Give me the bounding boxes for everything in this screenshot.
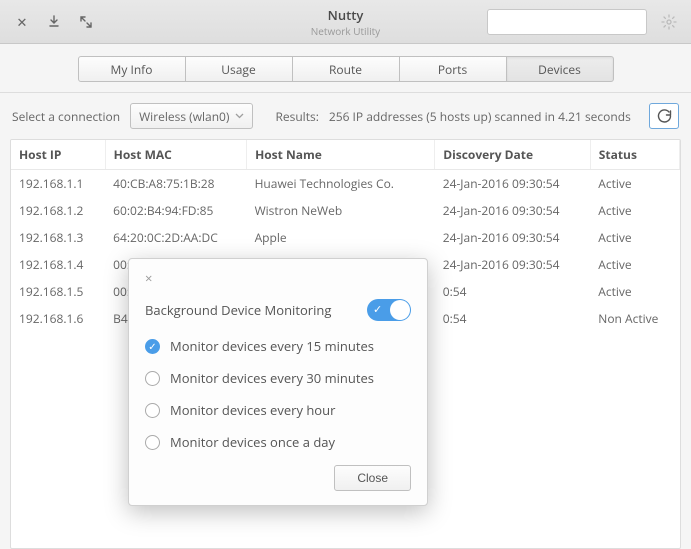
close-icon: × <box>145 269 152 287</box>
search-field[interactable] <box>498 15 653 29</box>
cell-date: 24-Jan-2016 09:30:54 <box>435 197 591 224</box>
chevron-down-icon <box>235 113 244 119</box>
cell-name: Apple <box>247 224 435 251</box>
radio-label: Monitor devices once a day <box>170 433 335 451</box>
refresh-icon <box>657 109 672 124</box>
results-text: 256 IP addresses (5 hosts up) scanned in… <box>329 108 639 125</box>
tab-route[interactable]: Route <box>292 56 400 82</box>
window-close-button[interactable]: ✕ <box>8 8 36 36</box>
cell-ip: 192.168.1.2 <box>11 197 105 224</box>
cell-mac: 40:CB:A8:75:1B:28 <box>105 170 246 198</box>
dialog-heading: Background Device Monitoring <box>145 301 331 319</box>
monitor-interval-option[interactable]: Monitor devices once a day <box>145 433 411 451</box>
cell-status: Active <box>590 197 679 224</box>
cell-status: Active <box>590 278 679 305</box>
controls-row: Select a connection Wireless (wlan0) Res… <box>0 93 691 139</box>
dialog-close-button[interactable]: Close <box>334 465 411 491</box>
column-header[interactable]: Host IP <box>11 140 105 170</box>
tab-my-info[interactable]: My Info <box>78 56 186 82</box>
radio-label: Monitor devices every 15 minutes <box>170 337 374 355</box>
cell-date: 24-Jan-2016 09:30:54 <box>435 251 591 278</box>
window-maximize-button[interactable] <box>72 8 100 36</box>
search-input[interactable] <box>487 9 647 35</box>
results-label: Results: <box>275 108 318 125</box>
cell-date: 0:54 <box>435 278 591 305</box>
tab-usage[interactable]: Usage <box>185 56 293 82</box>
expand-icon <box>79 15 93 29</box>
cell-status: Active <box>590 251 679 278</box>
monitoring-toggle[interactable]: ✓ <box>367 299 411 321</box>
table-row[interactable]: 192.168.1.260:02:B4:94:FD:85Wistron NeWe… <box>11 197 680 224</box>
radio-button[interactable] <box>145 435 160 450</box>
table-row[interactable]: 192.168.1.140:CB:A8:75:1B:28Huawei Techn… <box>11 170 680 198</box>
cell-date: 0:54 <box>435 305 591 332</box>
radio-button[interactable] <box>145 371 160 386</box>
cell-name: Huawei Technologies Co. <box>247 170 435 198</box>
download-icon <box>47 15 61 29</box>
tab-toolbar: My InfoUsageRoutePortsDevices <box>0 44 691 93</box>
cell-date: 24-Jan-2016 09:30:54 <box>435 224 591 251</box>
check-icon: ✓ <box>373 302 382 317</box>
cell-ip: 192.168.1.4 <box>11 251 105 278</box>
column-header[interactable]: Discovery Date <box>435 140 591 170</box>
column-header[interactable]: Status <box>590 140 679 170</box>
cell-name: Wistron NeWeb <box>247 197 435 224</box>
tab-ports[interactable]: Ports <box>399 56 507 82</box>
cell-mac: 60:02:B4:94:FD:85 <box>105 197 246 224</box>
column-header[interactable]: Host MAC <box>105 140 246 170</box>
monitor-interval-option[interactable]: Monitor devices every 15 minutes <box>145 337 411 355</box>
window-minimize-button[interactable] <box>40 8 68 36</box>
close-icon: ✕ <box>17 13 28 31</box>
radio-label: Monitor devices every 30 minutes <box>170 369 374 387</box>
radio-button[interactable] <box>145 403 160 418</box>
tab-devices[interactable]: Devices <box>506 56 614 82</box>
refresh-button[interactable] <box>649 103 679 129</box>
cell-status: Active <box>590 170 679 198</box>
monitor-interval-option[interactable]: Monitor devices every hour <box>145 401 411 419</box>
radio-button[interactable] <box>145 339 160 354</box>
cell-status: Non Active <box>590 305 679 332</box>
connection-selected: Wireless (wlan0) <box>139 108 229 125</box>
column-header[interactable]: Host Name <box>247 140 435 170</box>
radio-label: Monitor devices every hour <box>170 401 335 419</box>
cell-date: 24-Jan-2016 09:30:54 <box>435 170 591 198</box>
gear-icon <box>661 14 677 30</box>
monitor-interval-option[interactable]: Monitor devices every 30 minutes <box>145 369 411 387</box>
table-row[interactable]: 192.168.1.364:20:0C:2D:AA:DCApple24-Jan-… <box>11 224 680 251</box>
cell-ip: 192.168.1.3 <box>11 224 105 251</box>
connection-dropdown[interactable]: Wireless (wlan0) <box>130 103 253 129</box>
dialog-close-x[interactable]: × <box>145 269 152 287</box>
titlebar: ✕ Nutty Network Utility <box>0 0 691 44</box>
monitoring-dialog: × Background Device Monitoring ✓ Monitor… <box>128 258 428 506</box>
cell-ip: 192.168.1.1 <box>11 170 105 198</box>
toggle-knob <box>390 300 410 320</box>
connection-label: Select a connection <box>12 108 120 125</box>
cell-ip: 192.168.1.6 <box>11 305 105 332</box>
cell-ip: 192.168.1.5 <box>11 278 105 305</box>
cell-status: Active <box>590 224 679 251</box>
cell-mac: 64:20:0C:2D:AA:DC <box>105 224 246 251</box>
settings-button[interactable] <box>655 8 683 36</box>
